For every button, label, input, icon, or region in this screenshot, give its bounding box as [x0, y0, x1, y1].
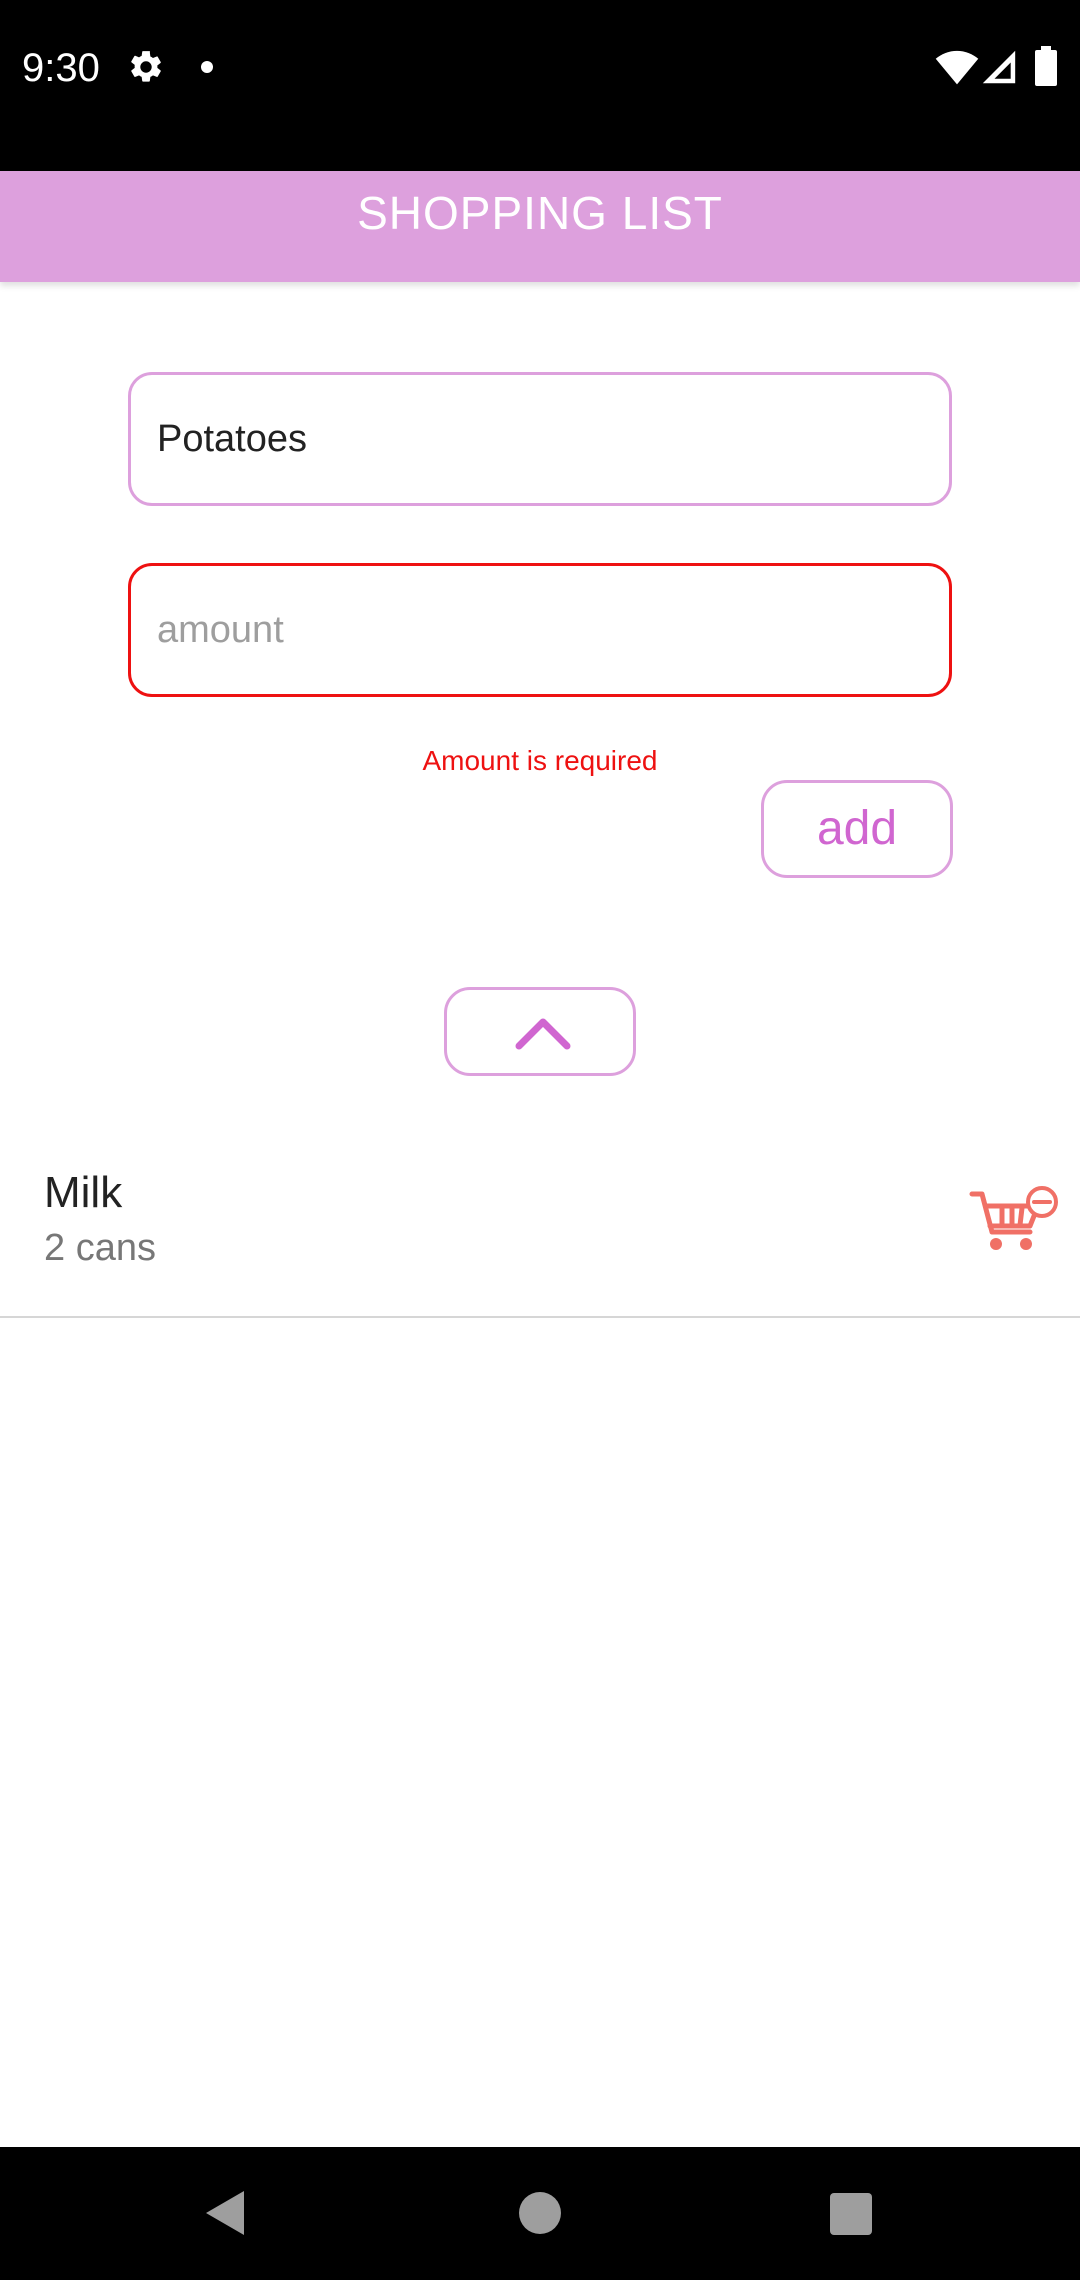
list-item[interactable]: Milk 2 cans [0, 1140, 1080, 1318]
chevron-up-icon [515, 1018, 571, 1050]
remove-from-cart-icon[interactable] [968, 1184, 1060, 1256]
item-name: Milk [44, 1168, 123, 1217]
back-icon[interactable] [204, 2189, 246, 2237]
collapse-form-button[interactable] [444, 987, 636, 1076]
amount-error-message: Amount is required [422, 745, 658, 776]
add-button[interactable]: add [761, 780, 953, 878]
app-bar: SHOPPING LIST [0, 171, 1080, 282]
navigation-bar [0, 2147, 1080, 2280]
dot-icon [201, 61, 213, 73]
page-title: SHOPPING LIST [357, 187, 723, 239]
amount-input[interactable] [128, 563, 952, 697]
status-time: 9:30 [22, 46, 100, 90]
item-name-input[interactable] [128, 372, 952, 506]
home-icon[interactable] [519, 2192, 561, 2234]
wifi-icon [935, 50, 979, 85]
battery-icon [1035, 46, 1057, 86]
status-bar: 9:30 [0, 0, 1080, 171]
item-amount: 2 cans [44, 1227, 156, 1269]
signal-icon [982, 50, 1016, 84]
recents-icon[interactable] [830, 2193, 872, 2235]
gear-icon [131, 51, 161, 82]
screen: 9:30 SHOPPING LIST Amount is required ad… [0, 0, 1080, 2280]
